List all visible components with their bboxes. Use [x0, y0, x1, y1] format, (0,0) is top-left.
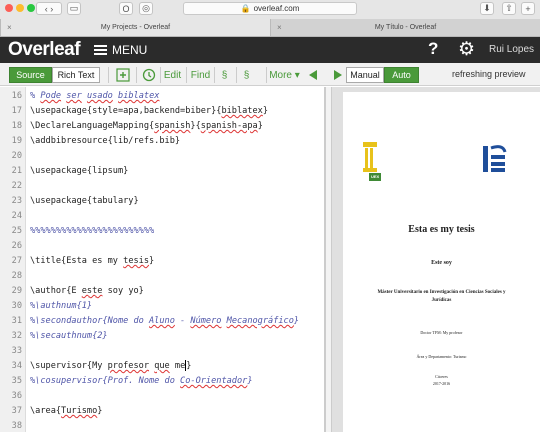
line-number: 21: [11, 166, 22, 176]
rich-text-mode-button[interactable]: Rich Text: [52, 67, 100, 83]
code-line[interactable]: % Pode ser usado biblatex: [30, 89, 159, 104]
code-line[interactable]: %\secondauthor{Nome do Aluno - Número Me…: [30, 314, 299, 329]
line-number: 33: [11, 346, 22, 356]
code-line[interactable]: \DeclareLanguageMapping{spanish}{spanish…: [30, 119, 263, 134]
pane-divider[interactable]: [325, 87, 332, 432]
code-line[interactable]: %\authnum{1}: [30, 299, 92, 314]
editor-toolbar: Source Rich Text Edit Find § § More ▾ Ma…: [0, 63, 540, 86]
toggle-preview-right-icon[interactable]: [334, 70, 342, 80]
url-text: overleaf.com: [253, 4, 300, 13]
minimize-window-button[interactable]: [16, 4, 24, 12]
pdf-title: Esta es my tesis: [408, 224, 475, 235]
overleaf-logo[interactable]: Overleaf: [8, 39, 81, 61]
section-button[interactable]: §: [214, 67, 234, 83]
browser-tab-projects[interactable]: × My Projects - Overleaf: [0, 19, 270, 36]
line-number: 24: [11, 211, 22, 221]
line-number: 27: [11, 256, 22, 266]
logo-text: UEX: [371, 174, 380, 179]
browser-tab-project[interactable]: × My Título - Overleaf: [270, 19, 540, 36]
line-number: 23: [11, 196, 22, 206]
line-number: 30: [11, 301, 22, 311]
pdf-supervisor: Doctor TFM: My profesor: [420, 330, 463, 335]
pdf-city: Cáceres: [435, 374, 448, 379]
app-header: Overleaf MENU ? ⚙ Rui Lopes: [0, 37, 540, 63]
zoom-window-button[interactable]: [27, 4, 35, 12]
line-number: 26: [11, 241, 22, 251]
gear-icon[interactable]: ⚙: [458, 38, 475, 61]
line-gutter: 16 17 18 19 20 21 22 23 24 25 26 27 28 29 30 31 32 33 34 35…: [0, 87, 26, 432]
share-icon[interactable]: ⇧: [502, 2, 516, 15]
extension-icon[interactable]: ◎: [139, 2, 153, 15]
line-number: 29: [11, 286, 22, 296]
more-button[interactable]: More ▾: [266, 67, 302, 83]
pdf-page[interactable]: UEX Esta es my tesis Este soy Máster Uni…: [343, 92, 540, 432]
find-button[interactable]: Find: [186, 67, 214, 83]
help-icon[interactable]: ?: [428, 39, 438, 59]
close-window-button[interactable]: [5, 4, 13, 12]
close-tab-icon[interactable]: ×: [277, 23, 282, 32]
auto-compile-button[interactable]: Auto: [384, 67, 419, 83]
address-bar[interactable]: 🔒 overleaf.com: [183, 2, 357, 15]
code-line[interactable]: %\cosupervisor{Prof. Nome do Co-Orientad…: [30, 374, 253, 389]
history-icon[interactable]: [136, 67, 160, 83]
line-number: 16: [11, 91, 22, 101]
code-line[interactable]: \usepackage{style=apa,backend=biber}{bib…: [30, 104, 268, 119]
toggle-preview-left-icon[interactable]: [309, 70, 317, 80]
code-line[interactable]: %%%%%%%%%%%%%%%%%%%%%%%%: [30, 224, 154, 239]
line-number: 32: [11, 331, 22, 341]
pdf-date: 2017-2016: [432, 381, 451, 386]
subsection-button[interactable]: §: [236, 67, 256, 83]
pdf-area: Área y Departamento: Turismo: [416, 354, 467, 359]
line-number: 18: [11, 121, 22, 131]
code-line[interactable]: \usepackage{tabulary}: [30, 194, 139, 209]
add-file-icon[interactable]: [108, 67, 136, 83]
sidebar-icon[interactable]: ▭: [67, 2, 81, 15]
code-line[interactable]: %\secauthnum{2}: [30, 329, 108, 344]
pdf-degree-line-1: Máster Universitario en Investigación en…: [377, 290, 506, 295]
lock-icon: 🔒: [240, 4, 251, 13]
code-line[interactable]: \title{Esta es my tesis}: [30, 254, 154, 269]
manual-compile-button[interactable]: Manual: [346, 67, 384, 83]
user-menu[interactable]: Rui Lopes: [489, 44, 534, 55]
line-number: 37: [11, 406, 22, 416]
line-number: 34: [11, 361, 22, 371]
code-line[interactable]: \usepackage{lipsum}: [30, 164, 128, 179]
hamburger-icon: [94, 45, 107, 55]
line-number: 31: [11, 316, 22, 326]
line-number: 17: [11, 106, 22, 116]
code-line[interactable]: \area{Turismo}: [30, 404, 102, 419]
source-mode-button[interactable]: Source: [9, 67, 52, 83]
pdf-degree-line-2: Jurídicas: [431, 298, 452, 303]
line-number: 28: [11, 271, 22, 281]
menu-button[interactable]: MENU: [94, 43, 147, 57]
new-tab-icon[interactable]: +: [521, 2, 535, 15]
pdf-author: Este soy: [431, 260, 452, 266]
left-logo: UEX: [361, 140, 383, 182]
refreshing-status: refreshing preview: [452, 69, 526, 79]
browser-chrome: ‹ › ▭ O ◎ 🔒 overleaf.com ⬇ ⇧ + × My Proje…: [0, 0, 540, 37]
line-number: 35: [11, 376, 22, 386]
line-number: 25: [11, 226, 22, 236]
right-logo: [483, 138, 509, 174]
edit-button[interactable]: Edit: [160, 67, 184, 83]
download-icon[interactable]: ⬇: [480, 2, 494, 15]
code-line[interactable]: \addbibresource{lib/refs.bib}: [30, 134, 180, 149]
line-number: 36: [11, 391, 22, 401]
code-line[interactable]: \author{E este soy yo}: [30, 284, 144, 299]
line-number: 22: [11, 181, 22, 191]
line-number: 20: [11, 151, 22, 161]
back-forward-buttons[interactable]: ‹ ›: [36, 2, 62, 15]
opera-icon[interactable]: O: [119, 2, 133, 15]
code-editor[interactable]: 16 17 18 19 20 21 22 23 24 25 26 27 28 29 30 31 32 33 34 35…: [0, 87, 325, 432]
close-tab-icon[interactable]: ×: [7, 23, 12, 32]
code-line[interactable]: \supervisor{My profesor que me}: [30, 359, 191, 374]
line-number: 19: [11, 136, 22, 146]
